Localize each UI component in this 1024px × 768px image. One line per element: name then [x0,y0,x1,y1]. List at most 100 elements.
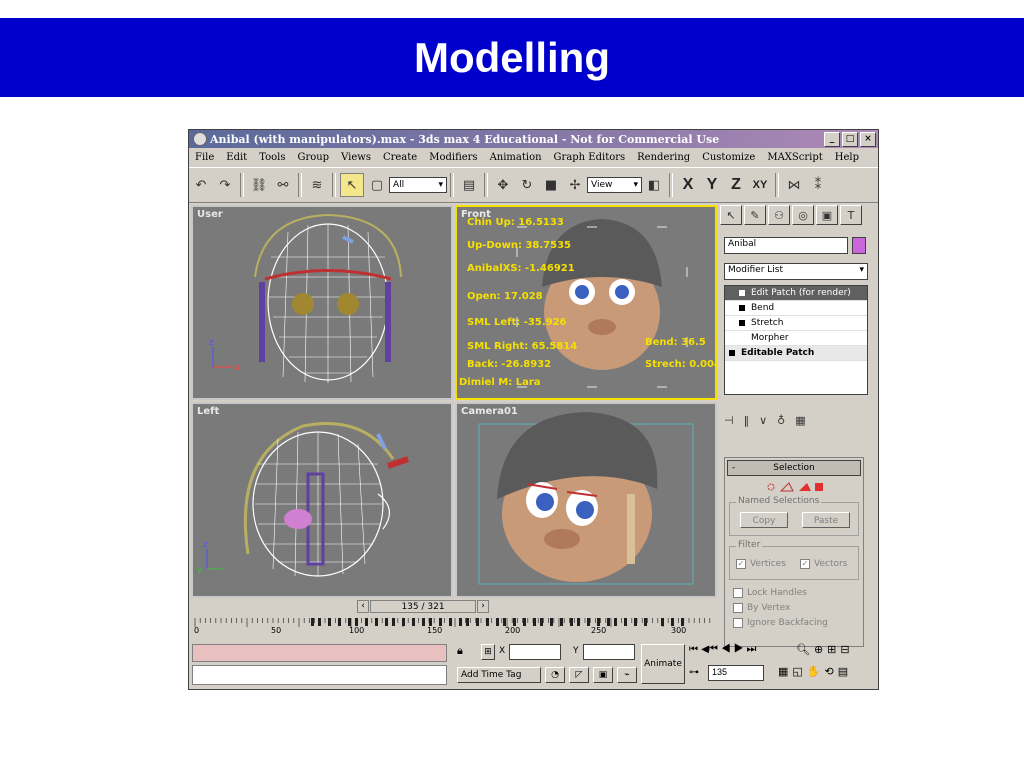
object-color-swatch[interactable] [852,237,866,254]
pan-icon[interactable]: ▦◱✋⟲▤ [778,665,852,678]
ignore-backfacing-checkbox[interactable]: Ignore Backfacing [733,618,828,628]
menu-customize[interactable]: Customize [696,152,761,163]
menu-tools[interactable]: Tools [253,152,291,163]
title-bar[interactable]: Anibal (with manipulators).max - 3ds max… [189,130,878,148]
maxscript-listener-mini[interactable] [192,644,447,662]
by-vertex-checkbox[interactable]: By Vertex [733,603,790,613]
manipulator-chin-up[interactable]: Chin Up: 16.5133 [467,217,564,228]
time-slider-next[interactable]: › [477,600,489,613]
manipulate-icon[interactable]: ✢ [564,174,586,196]
menu-modifiers[interactable]: Modifiers [423,152,483,163]
stack-item[interactable]: Editable Patch [725,346,867,361]
stack-item[interactable]: Stretch [725,316,867,331]
menu-maxscript[interactable]: MAXScript [761,152,828,163]
configure-sets-icon[interactable]: ▦ [795,414,805,427]
scale-icon[interactable]: ■ [540,174,562,196]
vectors-checkbox[interactable]: ✓ Vectors [800,559,847,569]
menu-create[interactable]: Create [377,152,423,163]
axis-y-button[interactable]: Y [700,176,724,194]
unlink-icon[interactable]: ⚯ [272,174,294,196]
y-coordinate-field[interactable] [583,644,635,660]
manipulator-dimiel[interactable]: Dimiel M: Lara [459,377,541,388]
axis-xy-button[interactable]: XY [748,179,772,191]
minimize-button[interactable]: _ [824,131,840,147]
move-icon[interactable]: ✥ [492,174,514,196]
axis-x-button[interactable]: X [676,176,700,194]
menu-animation[interactable]: Animation [484,152,548,163]
manipulator-anibal-xs[interactable]: AnibalXS: -1.46921 [467,263,575,274]
select-object-icon[interactable]: ↖ [340,173,364,197]
percent-snap-icon[interactable]: ▣ [593,667,613,683]
zoom-icon[interactable]: 🔍︎⊕⊞⊟ [796,643,854,656]
manipulator-back[interactable]: Back: -26.8932 [467,359,551,370]
stack-item[interactable]: Edit Patch (for render) [725,286,867,301]
play-controls[interactable]: ⏮◀▶⏭ [708,643,759,656]
current-frame-field[interactable]: 135 [708,665,764,681]
prompt-line[interactable] [192,665,447,685]
modify-tab-icon[interactable]: ✎ [744,205,766,225]
menu-help[interactable]: Help [829,152,865,163]
track-bar[interactable]: 0 50 100 150 200 250 300 [191,618,718,636]
menu-views[interactable]: Views [335,152,377,163]
motion-tab-icon[interactable]: ◎ [792,205,814,225]
menu-edit[interactable]: Edit [220,152,253,163]
bind-space-warp-icon[interactable]: ≋ [306,174,328,196]
time-slider-prev[interactable]: ‹ [357,600,369,613]
axis-z-button[interactable]: Z [724,176,748,194]
absolute-mode-icon[interactable]: ⊞ [481,644,495,660]
modifier-list-dropdown[interactable]: Modifier List ▾ [724,263,868,280]
hierarchy-tab-icon[interactable]: ⚇ [768,205,790,225]
pin-stack-icon[interactable]: ⊣ [724,414,734,427]
pivot-center-icon[interactable]: ◧ [643,174,665,196]
show-end-result-icon[interactable]: ‖ [744,414,750,427]
mirror-icon[interactable]: ⋈ [783,174,805,196]
menu-graph-editors[interactable]: Graph Editors [548,152,632,163]
viewport-left[interactable]: Left z y [191,402,453,598]
selection-filter-dropdown[interactable]: All ▾ [389,177,447,193]
viewport-camera[interactable]: Camera01 [455,402,717,598]
close-button[interactable]: × [860,131,876,147]
coord-system-dropdown[interactable]: View ▾ [587,177,642,193]
create-tab-icon[interactable]: ↖ [720,205,742,225]
object-name-field[interactable]: Anibal [724,237,848,254]
lock-handles-checkbox[interactable]: Lock Handles [733,588,807,598]
add-time-tag-button[interactable]: Add Time Tag [457,667,541,683]
angle-snap-icon[interactable]: ◸ [569,667,589,683]
x-coordinate-field[interactable] [509,644,561,660]
manipulator-strech[interactable]: Strech: 0.004 [645,359,715,370]
make-unique-icon[interactable]: ∨ [759,414,767,427]
display-tab-icon[interactable]: ▣ [816,205,838,225]
vertices-checkbox[interactable]: ✓ Vertices [736,559,786,569]
menu-rendering[interactable]: Rendering [631,152,696,163]
remove-modifier-icon[interactable]: ♁ [777,414,785,427]
manipulator-sml-right[interactable]: SML Right: 65.5814 [467,341,577,352]
manipulator-open[interactable]: Open: 17.028 [467,291,543,302]
snap-toggle-icon[interactable]: ◔ [545,667,565,683]
spinner-snap-icon[interactable]: ⌁ [617,667,637,683]
redo-icon[interactable]: ↷ [214,174,236,196]
manipulator-up-down[interactable]: Up-Down: 38.7535 [467,240,571,251]
link-icon[interactable]: ⛓ [248,174,270,196]
lock-selection-icon[interactable]: 🔒︎ [457,644,471,660]
animate-button[interactable]: Animate [641,644,685,684]
time-slider[interactable]: 135 / 321 [370,600,476,613]
stack-item[interactable]: Morpher [725,331,867,346]
viewport-user[interactable]: User z x [191,205,453,400]
paste-button[interactable]: Paste [802,512,850,528]
stack-item[interactable]: Bend [725,301,867,316]
array-icon[interactable]: ⁑ [807,174,829,196]
utilities-tab-icon[interactable]: T [840,205,862,225]
menu-file[interactable]: File [189,152,220,163]
key-mode-icon[interactable]: ⊶ [689,667,709,678]
copy-button[interactable]: Copy [740,512,788,528]
viewport-front[interactable]: Front Chin Up: 16.5133 Up-Down: 38.7535 … [455,205,717,400]
select-region-icon[interactable]: ▢ [366,174,388,196]
rollout-header[interactable]: - Selection [727,460,861,476]
manipulator-sml-left[interactable]: SML Left: -35.926 [467,317,567,328]
manipulator-bend[interactable]: Bend: 36.5 [645,337,706,348]
undo-icon[interactable]: ↶ [190,174,212,196]
select-by-name-icon[interactable]: ▤ [458,174,480,196]
subobject-level-icons[interactable] [765,480,825,494]
rotate-icon[interactable]: ↻ [516,174,538,196]
maximize-button[interactable]: □ [842,131,858,147]
